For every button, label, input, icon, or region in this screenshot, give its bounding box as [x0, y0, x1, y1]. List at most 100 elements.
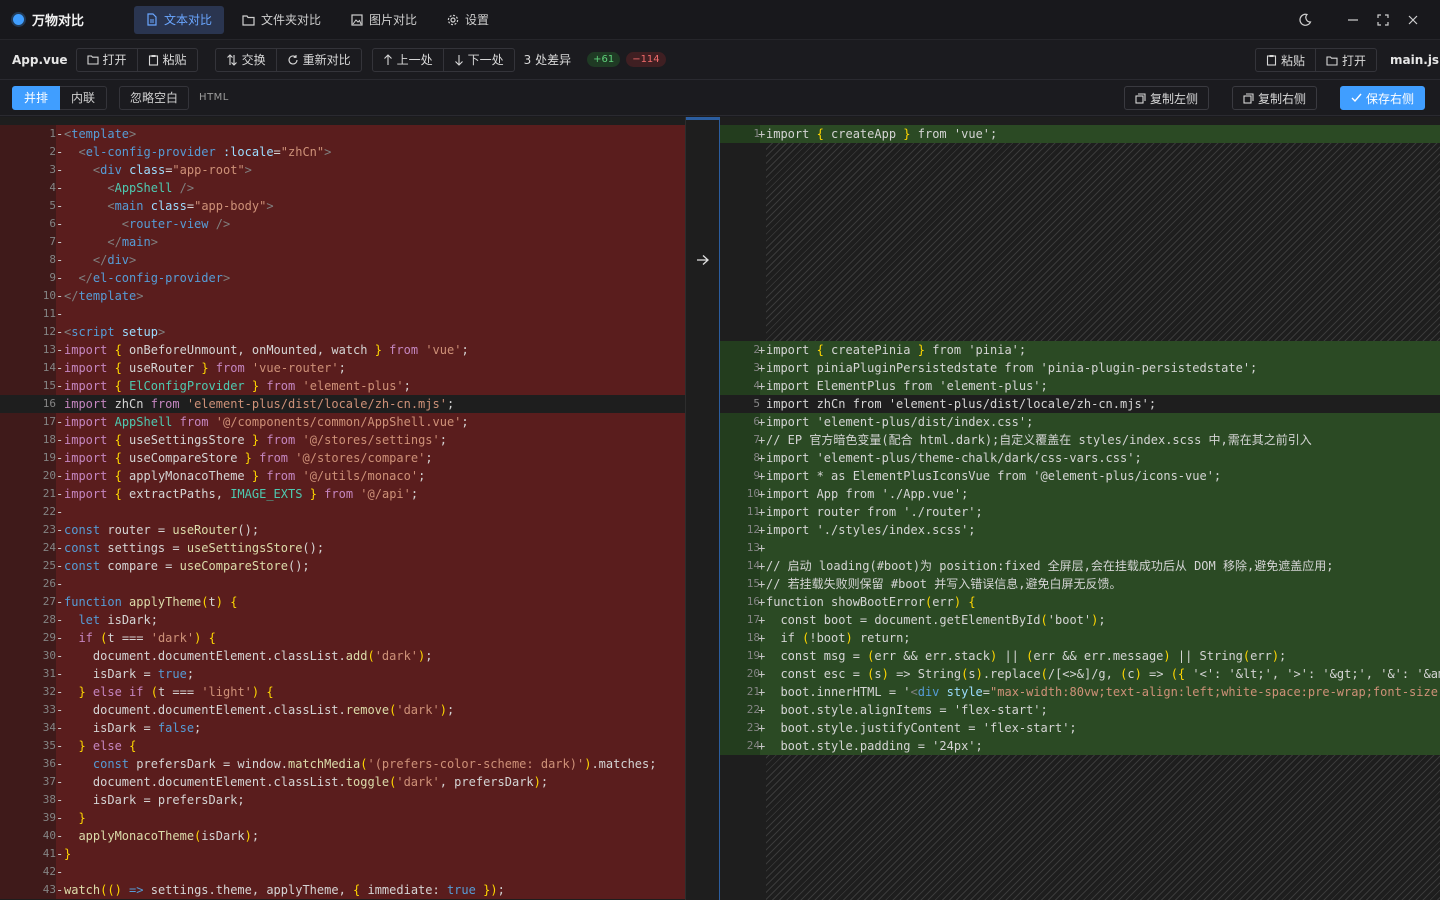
code-text: applyMonacoTheme(isDark); — [78, 829, 260, 843]
side-by-side-button[interactable]: 并排 — [12, 85, 61, 110]
diff-marker: + — [758, 469, 766, 483]
open-right-button[interactable]: 打开 — [1315, 49, 1376, 71]
code-line: 20 + const esc = (s) => String(s).replace… — [720, 665, 1440, 683]
code-text: import { useRouter } from 'vue-router'; — [64, 361, 346, 375]
theme-toggle-button[interactable] — [1290, 0, 1320, 40]
diff-marker: + — [758, 505, 766, 519]
inline-button[interactable]: 内联 — [60, 85, 108, 110]
code-line: 21- import { extractPaths, IMAGE_EXTS } f… — [0, 485, 685, 503]
copy-right-button[interactable]: 复制右侧 — [1232, 86, 1318, 110]
code-line: 41-} — [0, 845, 685, 863]
prev-diff-button[interactable]: 上一处 — [373, 49, 443, 71]
line-number: 13 — [720, 539, 760, 557]
line-number: 24 — [720, 737, 760, 755]
code-line: 23 + boot.style.justifyContent = 'flex-st… — [720, 719, 1440, 737]
code-text: import { useCompareStore } from '@/store… — [64, 451, 433, 465]
save-right-button[interactable]: 保存右侧 — [1340, 86, 1426, 110]
tab-folder-compare[interactable]: 文件夹对比 — [230, 6, 333, 34]
tab-text-compare[interactable]: 文本对比 — [134, 5, 225, 34]
code-text: isDark = true; — [64, 667, 195, 681]
gear-icon — [447, 14, 459, 25]
paste-left-button[interactable]: 粘贴 — [136, 48, 197, 71]
code-text: isDark = false; — [64, 721, 202, 735]
left-file-actions: 打开 粘贴 — [75, 47, 198, 72]
diff-marker: - — [56, 235, 64, 249]
code-text: import piniaPluginPersistedstate from 'p… — [766, 361, 1258, 375]
recompare-button[interactable]: 重新对比 — [275, 48, 361, 71]
code-text: isDark = prefersDark; — [64, 793, 245, 807]
diff-gutter — [685, 117, 720, 900]
minimize-button[interactable] — [1338, 0, 1368, 40]
diff-marker: - — [56, 361, 64, 375]
open-label: 打开 — [1342, 53, 1367, 68]
diff-marker: - — [56, 811, 64, 825]
swap-label: 交换 — [241, 53, 266, 67]
diff-marker: - — [56, 631, 64, 645]
arrow-right-icon — [697, 255, 709, 265]
next-diff-button[interactable]: 下一处 — [442, 48, 514, 71]
code-line: 2- <el-config-provider :locale="zhCn"> — [0, 143, 685, 161]
diff-marker: + — [758, 649, 766, 663]
original-editor-pane[interactable]: 1- <template> 2- <el-config-provider :loca… — [0, 117, 685, 900]
line-number: 17 — [720, 611, 760, 629]
diff-marker: + — [758, 343, 766, 357]
paste-right-button[interactable]: 粘贴 — [1256, 49, 1315, 71]
tab-label: 图片对比 — [369, 13, 418, 27]
diff-marker: - — [56, 271, 64, 285]
diff-marker: - — [56, 883, 64, 897]
line-number: 18 — [720, 629, 760, 647]
tab-settings[interactable]: 设置 — [435, 6, 501, 34]
code-text: } else if (t === 'light') { — [78, 685, 274, 699]
code-line: 32- } else if (t === 'light') { — [0, 683, 685, 701]
code-text: watch(() => settings.theme, applyTheme, … — [64, 883, 505, 897]
line-number: 16 — [720, 593, 760, 611]
code-line: 14- import { useRouter } from 'vue-router… — [0, 359, 685, 377]
close-button[interactable] — [1398, 0, 1428, 40]
code-text: document.documentElement.classList.add('… — [64, 649, 433, 663]
code-line: 12 + import './styles/index.scss'; — [720, 521, 1440, 539]
code-line: 22- — [0, 503, 685, 521]
code-text: <template> — [64, 127, 137, 141]
copy-left-button[interactable]: 复制左侧 — [1124, 86, 1210, 110]
maximize-button[interactable] — [1368, 0, 1398, 40]
app-logo-icon — [13, 14, 24, 25]
diff-marker: - — [56, 523, 64, 537]
code-line: 22 + boot.style.alignItems = 'flex-start'… — [720, 701, 1440, 719]
left-file-name: App.vue — [12, 52, 68, 67]
check-icon — [1351, 93, 1362, 103]
code-line: 31- isDark = true; — [0, 665, 685, 683]
code-text: import { ElConfigProvider } from 'elemen… — [64, 379, 411, 393]
line-number: 38 — [0, 791, 56, 809]
code-text: import App from './App.vue'; — [766, 487, 969, 501]
code-text: const boot = document.getElementById('bo… — [766, 613, 1106, 627]
diff-marker: - — [56, 379, 64, 393]
line-number: 27 — [0, 593, 56, 611]
diff-marker: + — [758, 433, 766, 447]
diff-marker: - — [56, 559, 64, 573]
document-icon — [147, 13, 157, 26]
code-line: 30- document.documentElement.classList.a… — [0, 647, 685, 665]
open-left-button[interactable]: 打开 — [77, 49, 137, 71]
diff-marker: + — [758, 127, 766, 141]
line-number: 3 — [0, 161, 56, 179]
line-number: 19 — [0, 449, 56, 467]
code-text: boot.innerHTML = '<div style="max-width:… — [766, 685, 1440, 699]
tab-image-compare[interactable]: 图片对比 — [339, 6, 429, 34]
code-line: 35- } else { — [0, 737, 685, 755]
swap-button[interactable]: 交换 — [216, 49, 276, 71]
code-line: 11- — [0, 305, 685, 323]
modified-editor-pane[interactable]: 1 + import { createApp } from 'vue'; 2 + impo… — [720, 117, 1440, 900]
diff-marker: + — [758, 613, 766, 627]
diff-editor: 1- <template> 2- <el-config-provider :loca… — [0, 117, 1440, 900]
folder-open-icon — [86, 55, 99, 65]
line-number: 20 — [0, 467, 56, 485]
code-text: let isDark; — [78, 613, 158, 627]
clipboard-icon — [1266, 55, 1277, 66]
code-text: // EP 官方暗色变量(配合 html.dark);自定义覆盖在 styles… — [766, 433, 1312, 447]
code-text: function applyTheme(t) { — [64, 595, 238, 609]
code-line: 16 + function showBootError(err) { — [720, 593, 1440, 611]
language-label: HTML — [199, 92, 229, 103]
ignore-whitespace-toggle[interactable]: 忽略空白 — [119, 85, 190, 110]
line-number: 24 — [0, 539, 56, 557]
code-line: 3- <div class="app-root"> — [0, 161, 685, 179]
